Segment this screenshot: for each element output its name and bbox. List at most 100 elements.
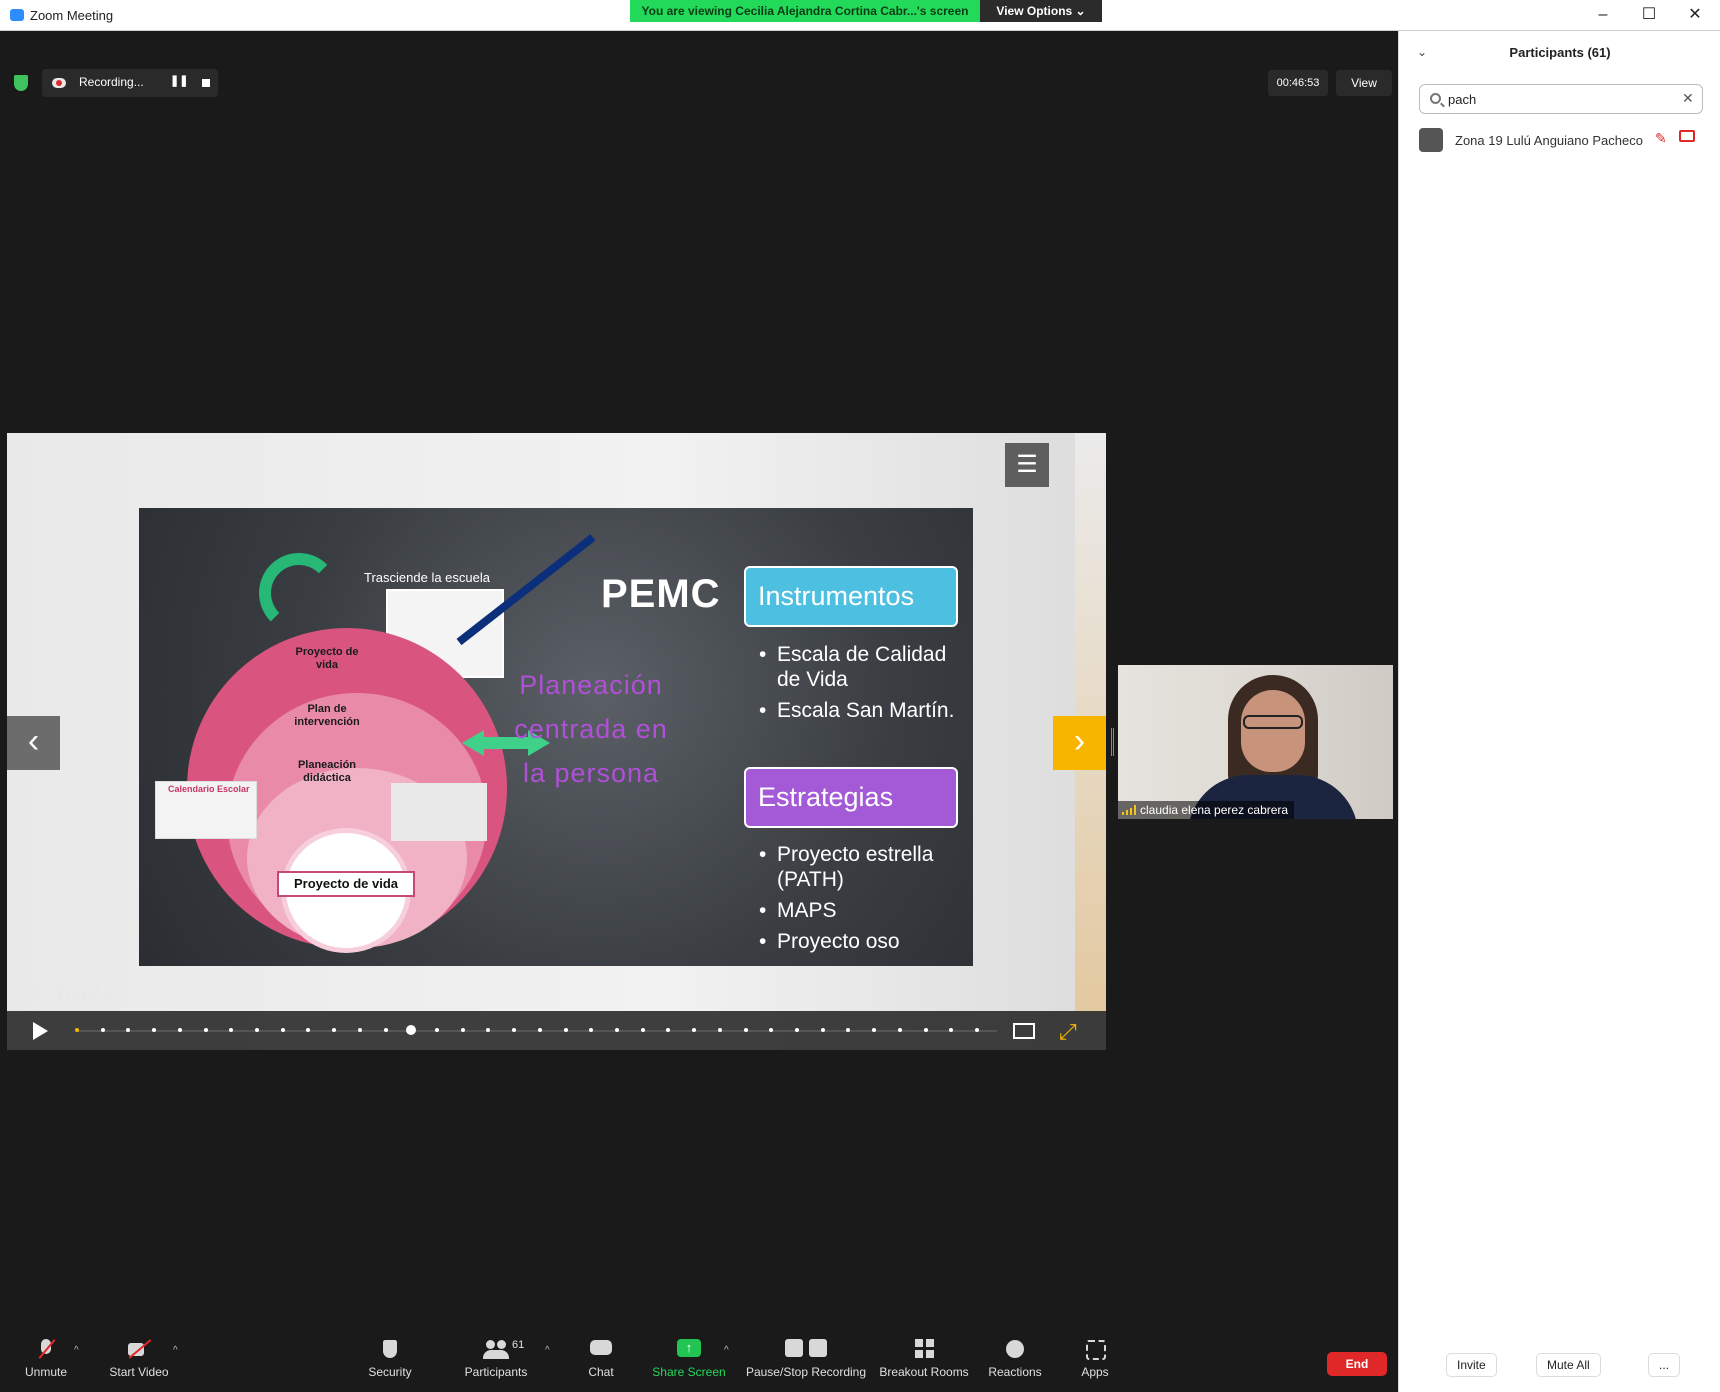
more-options-button[interactable]: ... bbox=[1648, 1353, 1681, 1377]
progress-step[interactable] bbox=[795, 1028, 799, 1032]
previous-slide-button[interactable]: ‹ bbox=[7, 716, 60, 770]
shared-screen[interactable]: ☰ Trasciende la escuela PEMC Proyecto de… bbox=[7, 433, 1106, 1050]
progress-step[interactable] bbox=[178, 1028, 182, 1032]
progress-step[interactable] bbox=[435, 1028, 439, 1032]
minimize-button[interactable]: – bbox=[1588, 4, 1618, 26]
progress-step[interactable] bbox=[152, 1028, 156, 1032]
pause-recording-button[interactable]: ❚❚ bbox=[170, 74, 188, 87]
progress-step[interactable] bbox=[281, 1028, 285, 1032]
list-item: MAPS bbox=[759, 898, 959, 923]
pause-stop-recording-button[interactable]: Pause/Stop Recording bbox=[745, 1339, 867, 1379]
unmute-label: Unmute bbox=[24, 1365, 68, 1379]
fullscreen-icon[interactable]: ⤢ bbox=[1059, 1019, 1077, 1045]
progress-step[interactable] bbox=[718, 1028, 722, 1032]
pause-stop-label: Pause/Stop Recording bbox=[745, 1365, 867, 1379]
progress-step[interactable] bbox=[898, 1028, 902, 1032]
next-slide-button[interactable]: › bbox=[1053, 716, 1106, 770]
participant-search[interactable]: ✕ bbox=[1419, 84, 1703, 114]
participant-search-input[interactable] bbox=[1448, 90, 1668, 108]
slide-progress-bar[interactable] bbox=[75, 1025, 997, 1035]
progress-step[interactable] bbox=[486, 1028, 490, 1032]
unmute-button[interactable]: Unmute bbox=[0, 1339, 96, 1379]
menu-icon[interactable]: ☰ bbox=[1005, 443, 1049, 487]
microphone-muted-icon bbox=[33, 1339, 59, 1361]
calendario-label: Calendario Escolar bbox=[168, 784, 250, 794]
progress-step[interactable] bbox=[75, 1028, 79, 1032]
reactions-label: Reactions bbox=[988, 1365, 1042, 1379]
progress-step[interactable] bbox=[358, 1028, 362, 1032]
progress-step[interactable] bbox=[229, 1028, 233, 1032]
mic-muted-icon[interactable]: ✎ bbox=[1655, 130, 1667, 147]
share-screen-icon bbox=[676, 1339, 702, 1361]
progress-step[interactable] bbox=[384, 1028, 388, 1032]
progress-step[interactable] bbox=[846, 1028, 850, 1032]
resize-handle[interactable] bbox=[1111, 728, 1114, 756]
progress-step[interactable] bbox=[306, 1028, 310, 1032]
end-meeting-button[interactable]: End bbox=[1327, 1352, 1387, 1376]
video-off-icon[interactable] bbox=[1679, 130, 1695, 142]
progress-step[interactable] bbox=[872, 1028, 876, 1032]
progress-step[interactable] bbox=[975, 1028, 979, 1032]
window-title: Zoom Meeting bbox=[30, 8, 114, 23]
video-options-caret[interactable]: ^ bbox=[173, 1345, 178, 1356]
breakout-rooms-button[interactable]: Breakout Rooms bbox=[874, 1339, 974, 1379]
chat-button[interactable]: Chat bbox=[551, 1339, 651, 1379]
planeacion-didactica-label: Planeación didáctica bbox=[297, 759, 357, 784]
participants-button[interactable]: Participants bbox=[446, 1339, 546, 1379]
share-options-caret[interactable]: ^ bbox=[724, 1345, 729, 1356]
close-window-button[interactable]: ✕ bbox=[1680, 4, 1710, 26]
progress-step[interactable] bbox=[615, 1028, 619, 1032]
progress-step[interactable] bbox=[769, 1028, 773, 1032]
start-video-label: Start Video bbox=[109, 1365, 169, 1379]
calendario-card: Calendario Escolar bbox=[155, 781, 257, 839]
signal-strength-icon bbox=[1122, 805, 1136, 815]
progress-step[interactable] bbox=[589, 1028, 593, 1032]
view-options-button[interactable]: View Options ⌄ bbox=[980, 0, 1102, 22]
participants-caret[interactable]: ^ bbox=[545, 1345, 550, 1356]
progress-step[interactable] bbox=[744, 1028, 748, 1032]
progress-step[interactable] bbox=[692, 1028, 696, 1032]
meeting-area: Recording... ❚❚ 00:46:53 View ☰ Trascien… bbox=[0, 31, 1398, 1331]
speaker-video-tile[interactable]: claudia elena perez cabrera bbox=[1118, 665, 1393, 819]
clear-search-icon[interactable]: ✕ bbox=[1682, 90, 1694, 107]
progress-step[interactable] bbox=[512, 1028, 516, 1032]
video-off-icon bbox=[126, 1339, 152, 1361]
maximize-button[interactable]: ☐ bbox=[1634, 4, 1664, 26]
progress-step[interactable] bbox=[204, 1028, 208, 1032]
view-button[interactable]: View bbox=[1336, 70, 1392, 96]
avatar bbox=[1419, 128, 1443, 152]
speaker-name: claudia elena perez cabrera bbox=[1118, 801, 1295, 819]
security-label: Security bbox=[368, 1365, 412, 1379]
stop-recording-button[interactable] bbox=[202, 79, 210, 87]
progress-step[interactable] bbox=[538, 1028, 542, 1032]
progress-step[interactable] bbox=[332, 1028, 336, 1032]
audio-options-caret[interactable]: ^ bbox=[74, 1345, 79, 1356]
progress-step[interactable] bbox=[101, 1028, 105, 1032]
search-icon bbox=[1430, 93, 1441, 104]
list-item: Escala de Calidad de Vida bbox=[759, 642, 959, 692]
progress-step[interactable] bbox=[564, 1028, 568, 1032]
estrategias-list: Proyecto estrella (PATH) MAPS Proyecto o… bbox=[759, 842, 959, 960]
instrumentos-box: Instrumentos bbox=[744, 566, 958, 627]
progress-step[interactable] bbox=[949, 1028, 953, 1032]
layout-icon[interactable] bbox=[1013, 1023, 1035, 1039]
encryption-shield-icon[interactable] bbox=[14, 75, 28, 91]
play-icon[interactable] bbox=[33, 1022, 48, 1040]
apps-button[interactable]: Apps bbox=[1045, 1339, 1145, 1379]
presentation-controls: ⤢ bbox=[7, 1011, 1106, 1050]
progress-step[interactable] bbox=[821, 1028, 825, 1032]
security-button[interactable]: Security bbox=[340, 1339, 440, 1379]
invite-button[interactable]: Invite bbox=[1446, 1353, 1497, 1377]
progress-step[interactable] bbox=[641, 1028, 645, 1032]
participant-row[interactable]: Zona 19 Lulú Anguiano Pacheco ✎ bbox=[1419, 126, 1709, 154]
progress-step[interactable] bbox=[461, 1028, 465, 1032]
progress-step[interactable] bbox=[126, 1028, 130, 1032]
pemc-title: PEMC bbox=[601, 572, 721, 616]
participants-icon bbox=[483, 1339, 509, 1361]
progress-step[interactable] bbox=[255, 1028, 259, 1032]
mute-all-button[interactable]: Mute All bbox=[1536, 1353, 1601, 1377]
progress-step[interactable] bbox=[406, 1025, 416, 1035]
progress-step[interactable] bbox=[924, 1028, 928, 1032]
reactions-icon bbox=[1002, 1339, 1028, 1361]
progress-step[interactable] bbox=[666, 1028, 670, 1032]
